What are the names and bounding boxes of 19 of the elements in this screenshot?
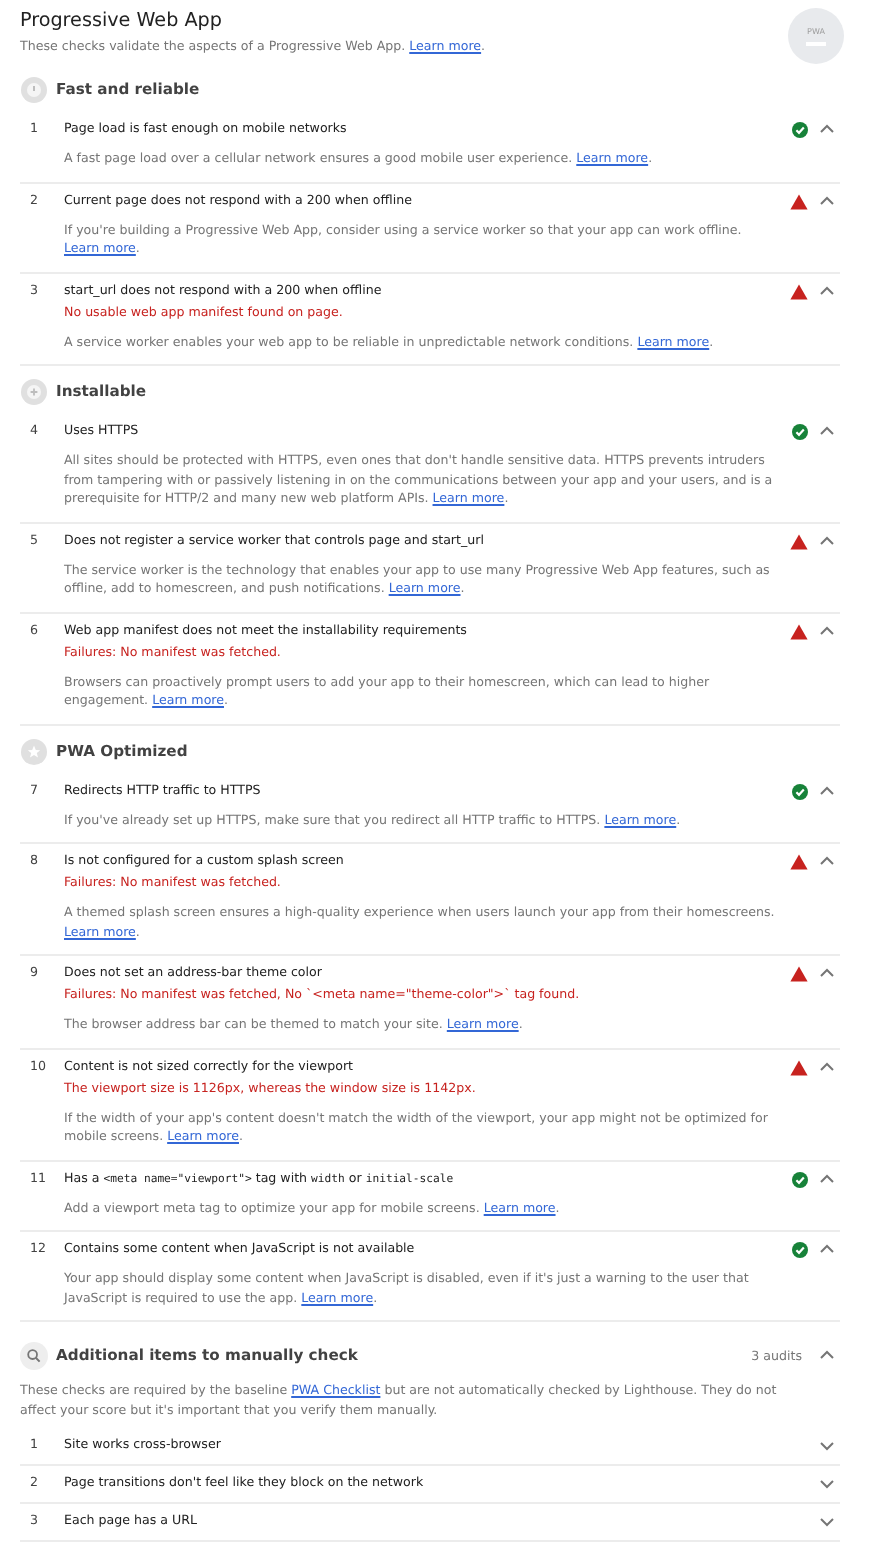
search-icon [20,1342,48,1370]
collapse-chevron-icon[interactable] [818,122,836,138]
collapse-chevron-icon[interactable] [818,1171,836,1187]
expand-chevron-icon[interactable] [818,1476,836,1492]
plus-icon [20,378,48,406]
collapse-chevron-icon[interactable] [818,854,836,870]
collapse-chevron-icon[interactable] [818,193,836,209]
collapse-chevron-icon[interactable] [818,424,836,440]
report-title: Progressive Web App [20,8,224,34]
collapse-chevron-icon[interactable] [818,283,836,299]
collapse-chevron-icon[interactable] [818,783,836,799]
expand-chevron-icon[interactable] [818,1438,836,1454]
collapse-chevron-icon[interactable] [818,966,836,982]
collapse-chevron-icon[interactable] [818,533,836,549]
expand-chevron-icon[interactable] [818,1514,836,1530]
collapse-chevron-icon[interactable] [818,623,836,639]
collapse-chevron-icon[interactable] [818,1059,836,1075]
collapse-chevron-icon[interactable] [818,1242,836,1258]
collapse-chevron-icon[interactable] [818,1348,836,1364]
